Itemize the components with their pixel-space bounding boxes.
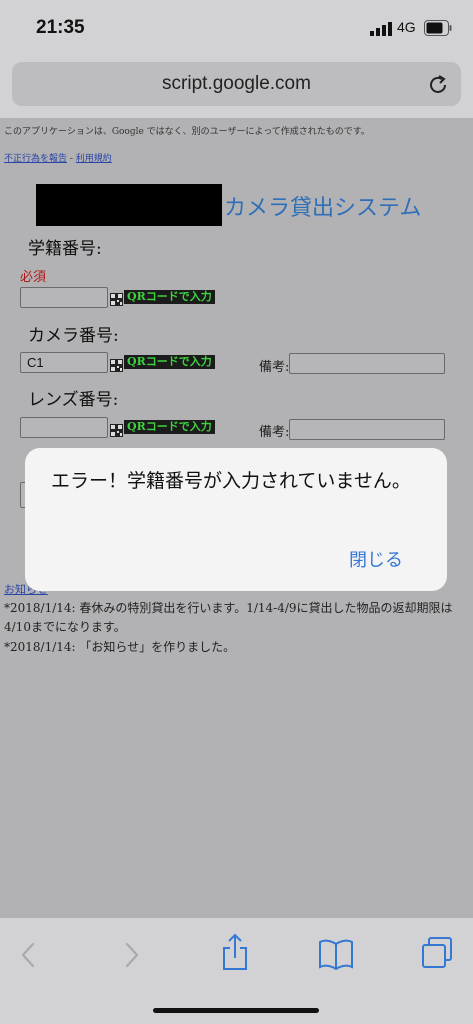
student-qr-button[interactable]: QRコードで入力 — [124, 290, 215, 304]
camera-qr-button[interactable]: QRコードで入力 — [124, 355, 215, 369]
footer-links: 不正行為を報告 - 利用規約 — [4, 151, 112, 164]
required-marker: 必須 — [20, 270, 47, 285]
forward-icon[interactable] — [122, 940, 142, 970]
report-abuse-link[interactable]: 不正行為を報告 — [4, 154, 67, 164]
news-item: *2018/1/14: 春休みの特別貸出を行います。1/14-4/9に貸出した物… — [4, 601, 453, 634]
lens-remarks-input[interactable] — [289, 419, 445, 440]
lens-number-input[interactable] — [20, 417, 108, 438]
qr-icon — [110, 293, 123, 306]
address-bar[interactable]: script.google.com — [12, 62, 461, 106]
home-indicator — [153, 1008, 319, 1013]
signal-icon — [370, 22, 392, 36]
status-bar: 21:35 4G — [0, 0, 473, 58]
tabs-icon[interactable] — [420, 936, 454, 970]
lens-number-label: レンズ番号: — [28, 390, 119, 410]
alert-message: エラー！学籍番号が入力されていません。 — [51, 470, 411, 492]
share-icon[interactable] — [220, 932, 250, 972]
reload-icon[interactable] — [427, 74, 449, 96]
student-number-label: 学籍番号: — [28, 239, 102, 259]
page-title: カメラ貸出システム — [224, 196, 422, 221]
third-party-notice: このアプリケーションは、Google ではなく、別のユーザーによって作成されたも… — [4, 127, 370, 137]
news-item: *2018/1/14: 「お知らせ」を作りました。 — [4, 640, 236, 654]
lens-remarks-label: 備考: — [259, 425, 290, 440]
qr-icon — [110, 359, 123, 372]
battery-icon — [424, 20, 452, 36]
camera-number-label: カメラ番号: — [28, 326, 119, 346]
redacted-area — [36, 184, 222, 226]
browser-toolbar — [0, 918, 473, 1024]
browser-address-area: script.google.com — [0, 58, 473, 118]
link-separator: - — [67, 154, 76, 164]
back-icon[interactable] — [18, 940, 38, 970]
status-time: 21:35 — [36, 17, 85, 38]
terms-link[interactable]: 利用規約 — [76, 154, 112, 164]
bookmarks-icon[interactable] — [318, 938, 354, 970]
student-number-input[interactable] — [20, 287, 108, 308]
error-alert-dialog: エラー！学籍番号が入力されていません。 閉じる — [25, 448, 447, 591]
alert-close-button[interactable]: 閉じる — [349, 546, 403, 572]
camera-remarks-input[interactable] — [289, 353, 445, 374]
network-type: 4G — [397, 19, 416, 35]
camera-remarks-label: 備考: — [259, 360, 290, 375]
qr-icon — [110, 424, 123, 437]
camera-number-input[interactable]: C1 — [20, 352, 108, 373]
lens-qr-button[interactable]: QRコードで入力 — [124, 420, 215, 434]
url-text: script.google.com — [162, 73, 311, 94]
